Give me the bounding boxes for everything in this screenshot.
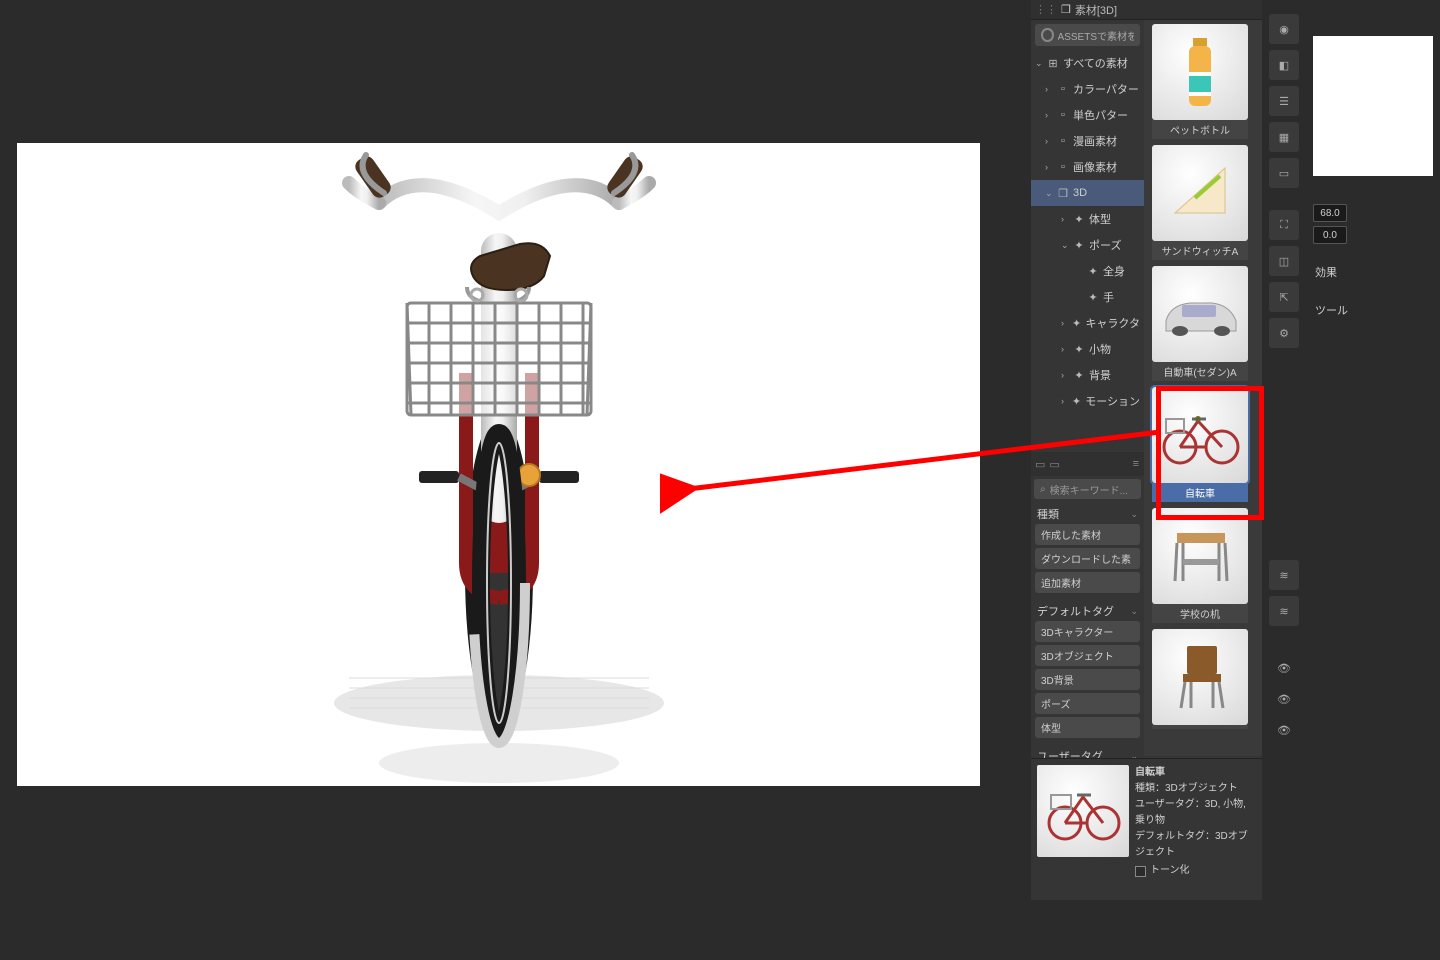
camera2-icon[interactable]: ◧	[1269, 50, 1299, 80]
tree-item[interactable]: ›✦モーション	[1031, 388, 1144, 414]
timeline-icon[interactable]: ☰	[1269, 86, 1299, 116]
eye-icon[interactable]: 👁	[1277, 662, 1291, 675]
search-icon: ⌕	[1040, 484, 1046, 495]
camera-icon[interactable]: ◉	[1269, 14, 1299, 44]
info-thumbnail	[1037, 765, 1129, 857]
info-defaulttag: デフォルトタグ：3Dオブジェクト	[1135, 829, 1256, 861]
tree-item[interactable]: ›▫画像素材	[1031, 154, 1144, 180]
tree-item[interactable]: ›✦キャラクタ	[1031, 310, 1144, 336]
tone-checkbox[interactable]: トーン化	[1135, 863, 1256, 879]
tag-button[interactable]: ダウンロードした素	[1035, 548, 1140, 569]
tag-button[interactable]: ポーズ	[1035, 693, 1140, 714]
material-info: 自転車 種類：3Dオブジェクト ユーザータグ：3D, 小物, 乗り物 デフォルト…	[1031, 758, 1262, 876]
tree-3d-label: 3D	[1073, 187, 1087, 199]
effect-label: 効果	[1315, 264, 1337, 280]
tree-item[interactable]: ›▫漫画素材	[1031, 128, 1144, 154]
tree-item-3d[interactable]: ⌄❒ 3D	[1031, 180, 1144, 206]
tag-button[interactable]: 追加素材	[1035, 572, 1140, 593]
export-icon[interactable]: ⇱	[1269, 282, 1299, 312]
tree-item[interactable]: ⌄✦ポーズ	[1031, 232, 1144, 258]
settings-icon[interactable]: ⚙	[1269, 318, 1299, 348]
material-thumb-bottle[interactable]: ペットボトル	[1152, 24, 1254, 139]
tree-item[interactable]: ✦全身	[1031, 258, 1144, 284]
assets-icon	[1041, 28, 1054, 42]
cube-icon: ❒	[1061, 3, 1071, 16]
layers-icon[interactable]: ≋	[1269, 560, 1299, 590]
value-field-2[interactable]: 0.0	[1313, 226, 1347, 244]
value-field-1[interactable]: 68.0	[1313, 204, 1347, 222]
tree-item[interactable]: ›✦小物	[1031, 336, 1144, 362]
tool-label: ツール	[1315, 302, 1348, 318]
tag-section-kind[interactable]: 種類⌄	[1031, 502, 1144, 524]
grid-icon[interactable]: ▦	[1269, 122, 1299, 152]
relation-icon[interactable]: ◫	[1269, 246, 1299, 276]
tag-button[interactable]: 3Dキャラクター	[1035, 621, 1140, 642]
tree-root-label: すべての素材	[1063, 55, 1128, 71]
panel-header[interactable]: ⋮⋮ ❒ 素材[3D]	[1031, 0, 1262, 20]
tree-item[interactable]: ›✦体型	[1031, 206, 1144, 232]
layers2-icon[interactable]: ≋	[1269, 596, 1299, 626]
tag-button[interactable]: 体型	[1035, 717, 1140, 738]
eye-icon[interactable]: 👁	[1277, 693, 1291, 706]
tree-root[interactable]: ⌄⊞ すべての素材	[1031, 50, 1144, 76]
right-properties: 68.0 0.0 効果 ツール	[1307, 0, 1440, 900]
panel-title: 素材[3D]	[1075, 2, 1117, 18]
annotation-highlight	[1156, 386, 1264, 520]
right-toolbar: ◉ ◧ ☰ ▦ ▭ ⛶ ◫ ⇱ ⚙ ≋ ≋ 👁 👁 👁	[1262, 0, 1306, 900]
navigator-preview[interactable]	[1313, 36, 1433, 176]
grip-icon: ⋮⋮	[1035, 3, 1057, 16]
tree-item[interactable]: ›▫単色パター	[1031, 102, 1144, 128]
material-thumb-car[interactable]: 自動車(セダン)A	[1152, 266, 1254, 381]
info-type: 種類：3Dオブジェクト	[1135, 781, 1256, 797]
bicycle-3d-render	[19, 143, 979, 786]
tree-item[interactable]: ›✦背景	[1031, 362, 1144, 388]
tag-button[interactable]: 作成した素材	[1035, 524, 1140, 545]
material-thumb-desk[interactable]: 学校の机	[1152, 508, 1254, 623]
eye-icon[interactable]: 👁	[1277, 724, 1291, 737]
tree-item[interactable]: ✦手	[1031, 284, 1144, 310]
assets-search-button[interactable]: ASSETSで素材をさ	[1035, 24, 1140, 46]
menu-icon: ≡	[1133, 458, 1140, 470]
folder-icon: ▭	[1035, 458, 1045, 471]
canvas[interactable]	[17, 143, 980, 786]
tag-button[interactable]: 3D背景	[1035, 669, 1140, 690]
info-name: 自転車	[1135, 765, 1256, 781]
tag-search-input[interactable]: ⌕ 検索キーワード...	[1034, 479, 1141, 499]
tag-section-default[interactable]: デフォルトタグ⌄	[1031, 599, 1144, 621]
material-thumb-sandwich[interactable]: サンドウィッチA	[1152, 145, 1254, 260]
material-tree: ⌄⊞ すべての素材 ›▫カラーパター›▫単色パター›▫漫画素材›▫画像素材 ⌄❒…	[1031, 50, 1144, 452]
window-icon[interactable]: ▭	[1269, 158, 1299, 188]
tree-item[interactable]: ›▫カラーパター	[1031, 76, 1144, 102]
tag-toolbar[interactable]: ▭ ▭ ≡	[1031, 452, 1144, 476]
tag-search-placeholder: 検索キーワード...	[1050, 482, 1128, 497]
tag-button[interactable]: 3Dオブジェクト	[1035, 645, 1140, 666]
info-usertag: ユーザータグ：3D, 小物, 乗り物	[1135, 797, 1256, 829]
tag-panel: ▭ ▭ ≡ ⌕ 検索キーワード... 種類⌄ 作成した素材ダウンロードした素追加…	[1031, 452, 1144, 766]
assets-search-label: ASSETSで素材をさ	[1058, 28, 1134, 43]
material-thumb-chair[interactable]	[1152, 629, 1254, 729]
folder-icon: ▭	[1049, 458, 1059, 471]
expand-icon[interactable]: ⛶	[1269, 210, 1299, 240]
